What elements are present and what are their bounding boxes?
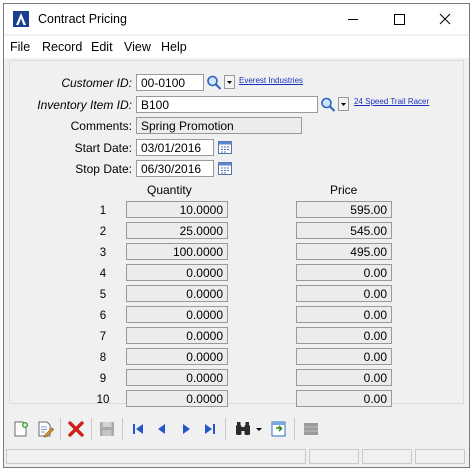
price-field[interactable]: 0.00 bbox=[296, 306, 392, 323]
row-number: 1 bbox=[99, 205, 107, 217]
quantity-field[interactable]: 0.0000 bbox=[126, 264, 228, 281]
customer-id-label: Customer ID: bbox=[61, 76, 132, 90]
price-field[interactable]: 0.00 bbox=[296, 327, 392, 344]
delete-icon[interactable] bbox=[67, 420, 85, 438]
price-column-header: Price bbox=[330, 183, 358, 197]
price-field[interactable]: 0.00 bbox=[296, 390, 392, 407]
price-field[interactable]: 0.00 bbox=[296, 369, 392, 386]
start-date-label: Start Date: bbox=[74, 141, 132, 155]
customer-dropdown-button[interactable] bbox=[224, 75, 235, 89]
customer-name-link[interactable]: Everest Industries bbox=[239, 76, 303, 85]
status-cell bbox=[362, 449, 412, 464]
disabled-icon[interactable] bbox=[302, 420, 320, 438]
new-record-icon[interactable] bbox=[12, 420, 30, 438]
status-cell bbox=[6, 449, 306, 464]
form-panel: Customer ID: 00-0100 Everest Industries … bbox=[9, 60, 464, 407]
menu-file[interactable]: File bbox=[10, 40, 30, 54]
last-record-icon[interactable] bbox=[201, 420, 219, 438]
toolbar-separator bbox=[60, 418, 61, 440]
comments-field[interactable]: Spring Promotion bbox=[136, 117, 302, 134]
item-dropdown-button[interactable] bbox=[338, 97, 349, 111]
menu-view[interactable]: View bbox=[124, 40, 151, 54]
quantity-field[interactable]: 0.0000 bbox=[126, 327, 228, 344]
row-number: 3 bbox=[99, 247, 107, 259]
first-record-icon[interactable] bbox=[129, 420, 147, 438]
toolbar-separator bbox=[294, 418, 295, 440]
calendar-icon[interactable] bbox=[217, 139, 233, 155]
maximize-icon bbox=[394, 14, 405, 25]
menu-help[interactable]: Help bbox=[161, 40, 187, 54]
price-field[interactable]: 0.00 bbox=[296, 285, 392, 302]
row-number: 10 bbox=[96, 394, 110, 406]
quantity-field[interactable]: 0.0000 bbox=[126, 390, 228, 407]
item-description-link[interactable]: 24 Speed Trail Racer bbox=[354, 97, 429, 106]
quantity-field[interactable]: 25.0000 bbox=[126, 222, 228, 239]
minimize-button[interactable] bbox=[330, 4, 376, 34]
inventory-item-label: Inventory Item ID: bbox=[37, 98, 132, 112]
status-cell bbox=[415, 449, 465, 464]
next-record-icon[interactable] bbox=[177, 420, 195, 438]
toolbar-separator bbox=[225, 418, 226, 440]
price-field[interactable]: 495.00 bbox=[296, 243, 392, 260]
stop-date-label: Stop Date: bbox=[75, 162, 132, 176]
close-icon bbox=[439, 13, 451, 25]
chevron-down-icon bbox=[227, 81, 232, 84]
customer-lookup-icon[interactable] bbox=[206, 74, 222, 91]
previous-record-icon[interactable] bbox=[153, 420, 171, 438]
find-dropdown-icon[interactable] bbox=[254, 420, 264, 438]
price-field[interactable]: 0.00 bbox=[296, 348, 392, 365]
export-icon[interactable] bbox=[270, 420, 288, 438]
price-field[interactable]: 0.00 bbox=[296, 264, 392, 281]
price-field[interactable]: 545.00 bbox=[296, 222, 392, 239]
quantity-field[interactable]: 100.0000 bbox=[126, 243, 228, 260]
price-field[interactable]: 595.00 bbox=[296, 201, 392, 218]
edit-record-icon[interactable] bbox=[36, 420, 54, 438]
quantity-field[interactable]: 0.0000 bbox=[126, 285, 228, 302]
chevron-down-icon bbox=[341, 103, 346, 106]
window-title: Contract Pricing bbox=[38, 12, 127, 26]
toolbar bbox=[4, 410, 469, 446]
quantity-field[interactable]: 0.0000 bbox=[126, 348, 228, 365]
row-number: 6 bbox=[99, 310, 107, 322]
calendar-icon[interactable] bbox=[217, 160, 233, 176]
row-number: 8 bbox=[99, 352, 107, 364]
find-icon[interactable] bbox=[234, 420, 252, 438]
row-number: 7 bbox=[99, 331, 107, 343]
toolbar-separator bbox=[122, 418, 123, 440]
title-bar[interactable]: Contract Pricing bbox=[4, 4, 469, 34]
status-bar bbox=[4, 446, 469, 467]
maximize-button[interactable] bbox=[376, 4, 422, 34]
save-icon[interactable] bbox=[98, 420, 116, 438]
row-number: 9 bbox=[99, 373, 107, 385]
stop-date-field[interactable]: 06/30/2016 bbox=[136, 160, 214, 177]
row-number: 2 bbox=[99, 226, 107, 238]
quantity-column-header: Quantity bbox=[147, 183, 192, 197]
comments-label: Comments: bbox=[70, 119, 132, 133]
app-logo-icon bbox=[13, 11, 29, 27]
quantity-field[interactable]: 0.0000 bbox=[126, 369, 228, 386]
start-date-field[interactable]: 03/01/2016 bbox=[136, 139, 214, 156]
menu-edit[interactable]: Edit bbox=[91, 40, 113, 54]
quantity-field[interactable]: 10.0000 bbox=[126, 201, 228, 218]
menu-record[interactable]: Record bbox=[42, 40, 82, 54]
toolbar-separator bbox=[91, 418, 92, 440]
inventory-item-field[interactable]: B100 bbox=[136, 96, 318, 113]
row-number: 4 bbox=[99, 268, 107, 280]
row-number: 5 bbox=[99, 289, 107, 301]
customer-id-field[interactable]: 00-0100 bbox=[136, 74, 204, 91]
item-lookup-icon[interactable] bbox=[320, 96, 336, 113]
close-button[interactable] bbox=[422, 4, 468, 34]
status-cell bbox=[309, 449, 359, 464]
quantity-field[interactable]: 0.0000 bbox=[126, 306, 228, 323]
minimize-icon bbox=[348, 19, 358, 20]
contract-pricing-window: Contract Pricing File Record Edit View H… bbox=[3, 3, 470, 468]
menu-bar: File Record Edit View Help bbox=[4, 36, 469, 58]
